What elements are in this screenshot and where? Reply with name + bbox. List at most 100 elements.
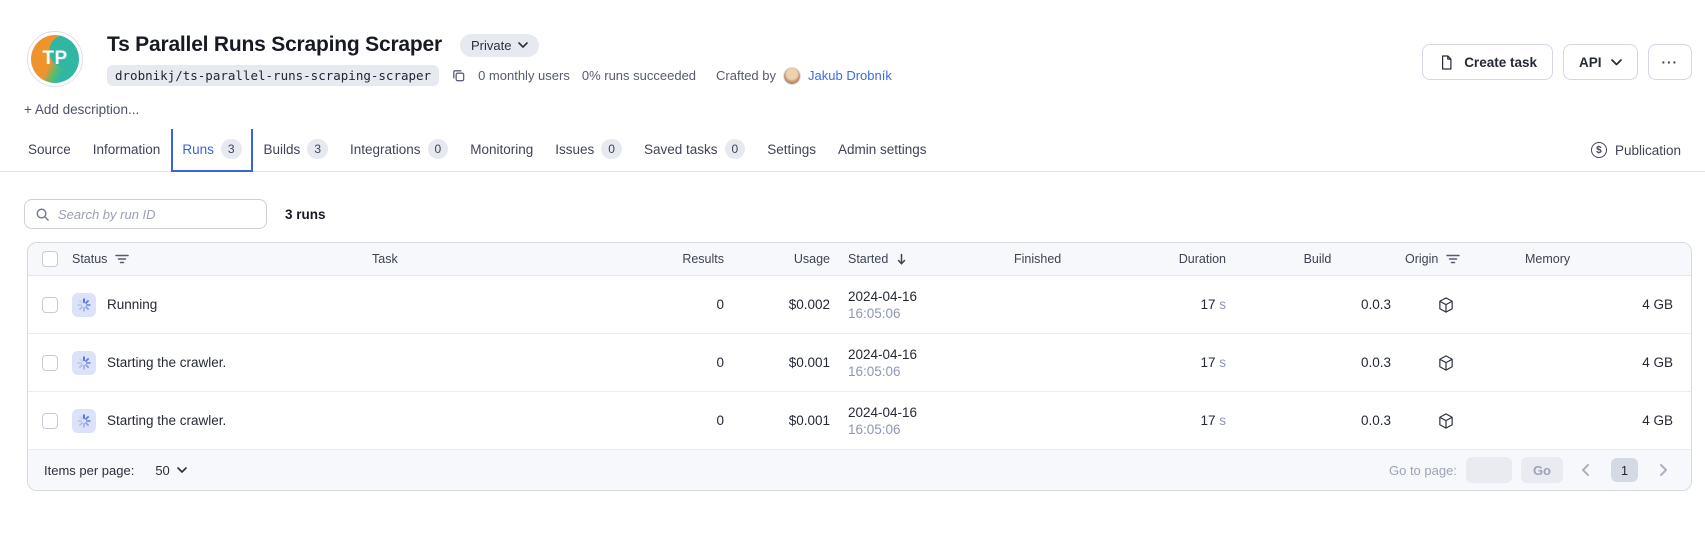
table-footer: Items per page: 50 Go to page: Go 1 (28, 450, 1691, 490)
header-actions: Create task API ··· (1422, 44, 1692, 80)
search-icon (35, 207, 50, 222)
run-usage: $0.002 (732, 297, 838, 312)
table-row[interactable]: Starting the crawler. 0 $0.001 2024-04-1… (28, 392, 1691, 450)
document-icon (1438, 54, 1455, 71)
row-checkbox[interactable] (42, 355, 58, 371)
tab-admin-settings[interactable]: Admin settings (827, 129, 938, 172)
run-started-date: 2024-04-16 (848, 347, 1014, 362)
running-spinner-icon (72, 409, 96, 433)
chevron-right-icon (1656, 463, 1670, 477)
run-status-label: Running (107, 297, 157, 312)
chevron-down-icon (1611, 59, 1622, 66)
tab-saved-tasks[interactable]: Saved tasks0 (633, 129, 756, 172)
actor-detail-page: TP Ts Parallel Runs Scraping Scraper Pri… (0, 0, 1705, 542)
author-avatar[interactable] (783, 67, 801, 85)
go-button[interactable]: Go (1521, 457, 1563, 483)
run-status-label: Starting the crawler. (107, 413, 226, 428)
filter-icon[interactable] (115, 253, 129, 265)
run-started-date: 2024-04-16 (848, 289, 1014, 304)
run-duration: 17 s (1164, 297, 1234, 312)
add-description-link[interactable]: + Add description... (24, 102, 1705, 117)
column-header-memory: Memory (1491, 252, 1691, 266)
chevron-down-icon (518, 42, 528, 48)
page-title: Ts Parallel Runs Scraping Scraper (107, 33, 442, 57)
run-started-time: 16:05:06 (848, 422, 1014, 437)
crafted-by: Crafted by Jakub Drobník (716, 67, 892, 85)
running-spinner-icon (72, 351, 96, 375)
runs-count: 3 runs (285, 207, 326, 222)
column-header-status: Status (72, 252, 107, 266)
tab-runs-count-badge: 3 (221, 139, 242, 159)
run-started-date: 2024-04-16 (848, 405, 1014, 420)
author-link[interactable]: Jakub Drobník (808, 68, 892, 83)
api-button[interactable]: API (1563, 44, 1638, 80)
page-number-button[interactable]: 1 (1611, 458, 1638, 482)
tab-builds[interactable]: Builds3 (253, 129, 339, 172)
go-to-page-label: Go to page: (1389, 463, 1457, 478)
row-checkbox[interactable] (42, 413, 58, 429)
run-started-time: 16:05:06 (848, 364, 1014, 379)
run-duration: 17 s (1164, 355, 1234, 370)
tab-settings[interactable]: Settings (756, 129, 827, 172)
origin-cube-icon (1401, 296, 1491, 314)
more-actions-button[interactable]: ··· (1648, 44, 1693, 80)
monthly-users-stat: 0 monthly users (478, 68, 570, 83)
tab-source[interactable]: Source (17, 129, 82, 172)
items-per-page-select[interactable]: 50 (155, 463, 186, 478)
tab-builds-count-badge: 3 (307, 139, 328, 159)
run-started-time: 16:05:06 (848, 306, 1014, 321)
more-actions-icon: ··· (1662, 55, 1679, 70)
tab-information[interactable]: Information (82, 129, 172, 172)
publication-label: Publication (1615, 143, 1681, 158)
running-spinner-icon (72, 293, 96, 317)
run-build: 0.0.3 (1234, 413, 1401, 428)
search-input[interactable] (58, 207, 256, 222)
runs-succeeded-stat: 0% runs succeeded (582, 68, 696, 83)
tab-saved-tasks-count-badge: 0 (725, 139, 746, 159)
column-header-duration: Duration (1164, 252, 1234, 266)
next-page-button[interactable] (1649, 457, 1677, 483)
create-task-label: Create task (1464, 55, 1537, 70)
run-status-label: Starting the crawler. (107, 355, 226, 370)
run-build: 0.0.3 (1234, 355, 1401, 370)
search-box (24, 199, 267, 229)
copy-icon[interactable] (451, 68, 466, 83)
items-per-page-label: Items per page: (44, 463, 134, 478)
origin-cube-icon (1401, 412, 1491, 430)
go-to-page-input[interactable] (1466, 457, 1512, 483)
tab-issues[interactable]: Issues0 (544, 129, 633, 172)
column-header-origin: Origin (1405, 252, 1438, 266)
publication-link[interactable]: $ Publication (1583, 129, 1689, 171)
visibility-badge-label: Private (471, 38, 511, 53)
tab-integrations[interactable]: Integrations0 (339, 129, 459, 172)
column-header-usage: Usage (732, 252, 838, 266)
tab-bar: Source Information Runs3 Builds3 Integra… (0, 129, 1705, 172)
row-checkbox[interactable] (42, 297, 58, 313)
runs-table: Status Task Results Usage Started Finish… (27, 242, 1692, 491)
tab-integrations-count-badge: 0 (428, 139, 449, 159)
chevron-left-icon (1579, 463, 1593, 477)
chevron-down-icon (177, 467, 187, 473)
sort-desc-icon[interactable] (896, 253, 907, 266)
actor-header-main: Ts Parallel Runs Scraping Scraper Privat… (107, 31, 892, 86)
pagination: Go to page: Go 1 (1389, 457, 1677, 483)
actor-logo: TP (27, 31, 83, 87)
previous-page-button[interactable] (1572, 457, 1600, 483)
table-row[interactable]: Starting the crawler. 0 $0.001 2024-04-1… (28, 334, 1691, 392)
column-header-results: Results (592, 252, 732, 266)
column-header-build: Build (1234, 252, 1401, 266)
filter-icon[interactable] (1446, 253, 1460, 265)
run-results: 0 (592, 355, 732, 370)
tab-monitoring[interactable]: Monitoring (459, 129, 544, 172)
api-button-label: API (1579, 55, 1602, 70)
table-row[interactable]: Running 0 $0.002 2024-04-16 16:05:06 17 … (28, 276, 1691, 334)
create-task-button[interactable]: Create task (1422, 44, 1553, 80)
run-memory: 4 GB (1491, 297, 1691, 312)
actor-logo-initials: TP (31, 35, 79, 83)
visibility-badge[interactable]: Private (460, 34, 539, 57)
actor-header: TP Ts Parallel Runs Scraping Scraper Pri… (27, 31, 1692, 87)
select-all-checkbox[interactable] (42, 251, 58, 267)
run-build: 0.0.3 (1234, 297, 1401, 312)
run-memory: 4 GB (1491, 413, 1691, 428)
tab-runs[interactable]: Runs3 (171, 129, 252, 172)
